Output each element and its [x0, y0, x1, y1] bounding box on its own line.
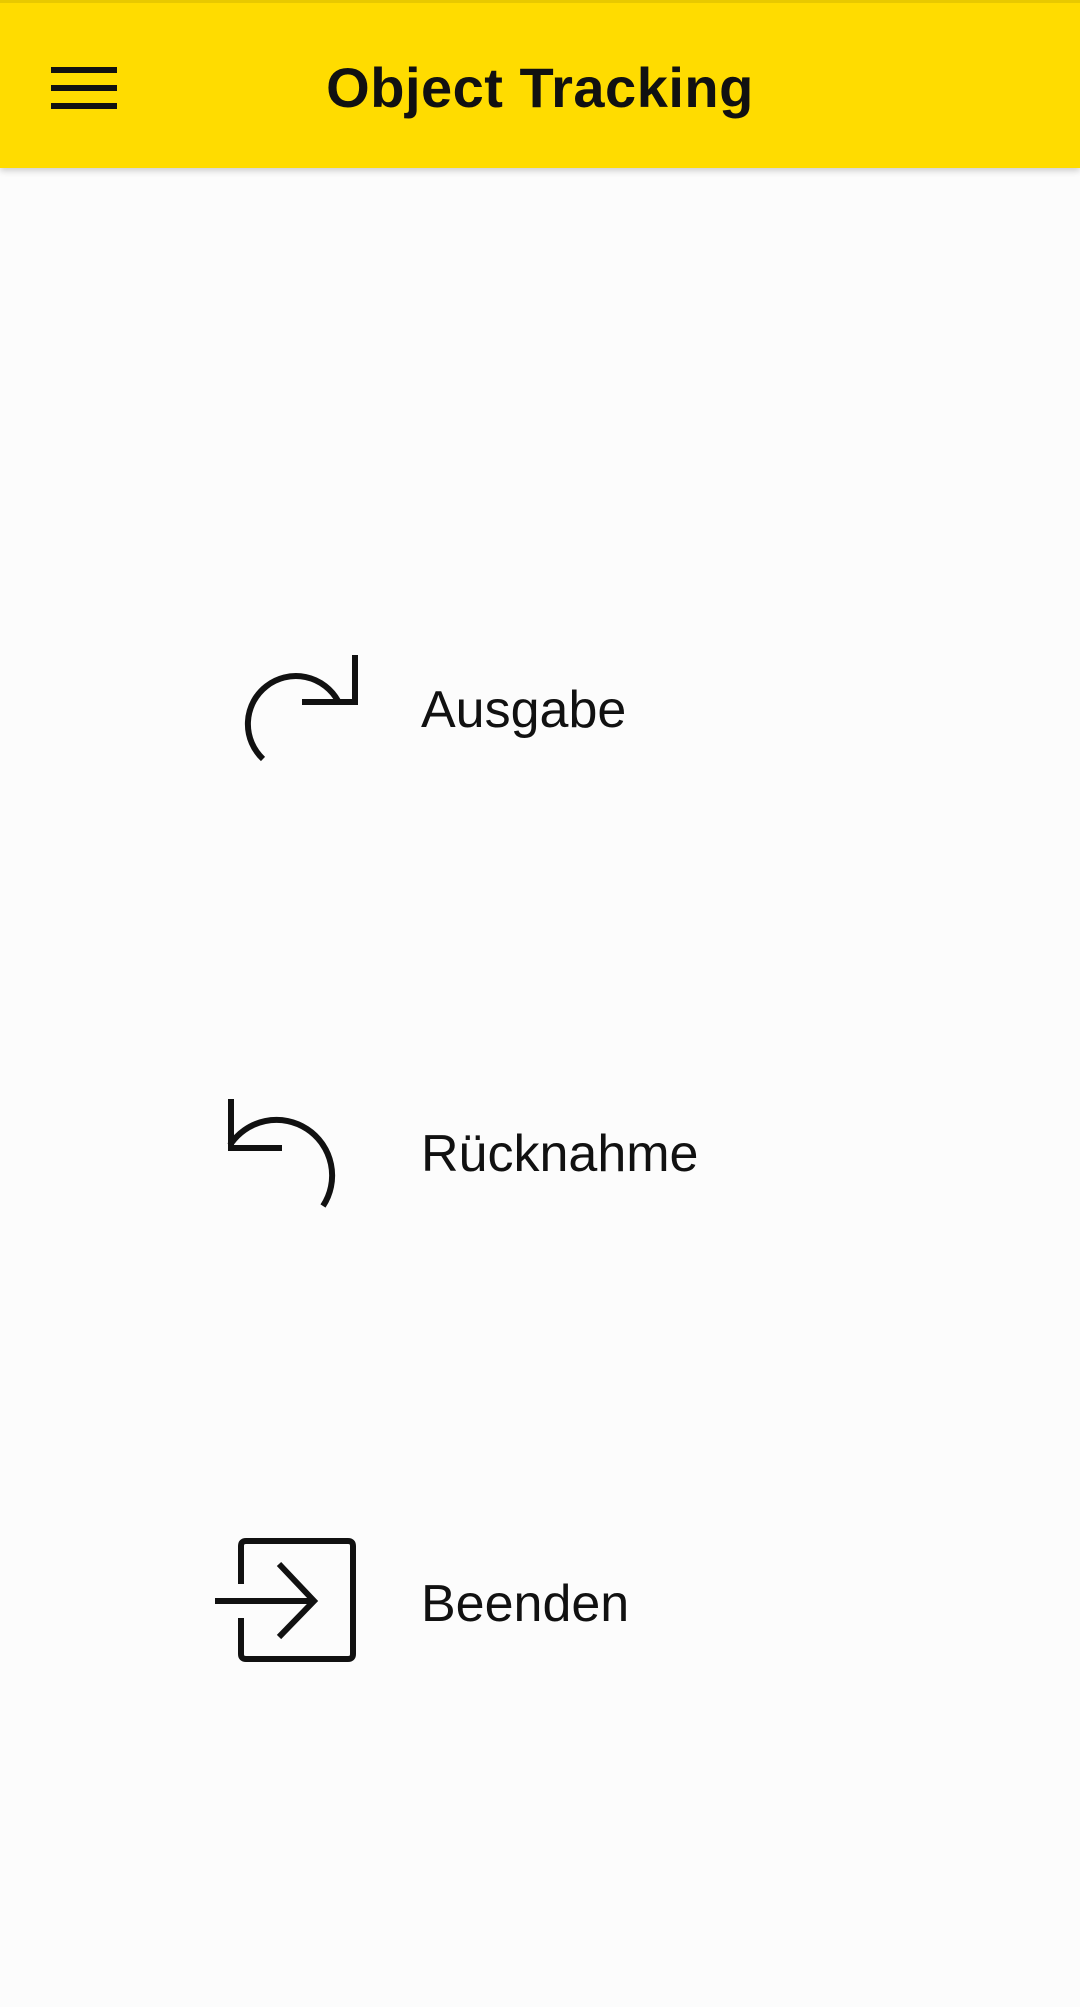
- ausgabe-label: Ausgabe: [421, 681, 627, 739]
- app-screen: Object Tracking Ausgabe Rücknahme Beende…: [0, 0, 1080, 2007]
- ruecknahme-label: Rücknahme: [421, 1125, 699, 1183]
- ruecknahme-button[interactable]: Rücknahme: [210, 1074, 910, 1234]
- undo-arrow-icon: [210, 1079, 360, 1229]
- app-bar: Object Tracking: [0, 0, 1080, 168]
- beenden-button[interactable]: Beenden: [210, 1524, 910, 1684]
- ausgabe-button[interactable]: Ausgabe: [210, 630, 910, 790]
- exit-to-app-icon: [210, 1529, 360, 1679]
- beenden-label: Beenden: [421, 1575, 630, 1633]
- redo-arrow-icon: [210, 635, 360, 785]
- app-title: Object Tracking: [326, 56, 754, 119]
- status-strip: [0, 0, 1080, 3]
